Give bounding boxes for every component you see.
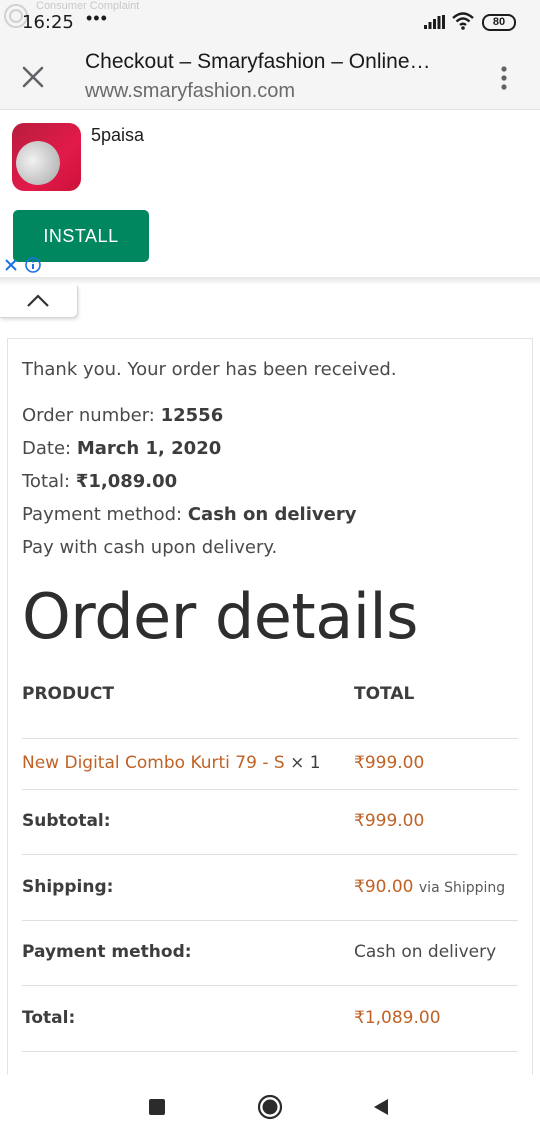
order-item-row: New Digital Combo Kurti 79 - S × 1: [22, 753, 321, 773]
row-divider: [22, 985, 518, 986]
order-total-value: ₹1,089.00: [75, 471, 178, 492]
row-divider: [22, 789, 518, 790]
home-button[interactable]: [257, 1094, 283, 1120]
recents-button[interactable]: [149, 1099, 165, 1115]
page-url[interactable]: www.smaryfashion.com: [85, 80, 295, 103]
more-notifications-icon: •••: [86, 8, 108, 28]
row-divider: [22, 854, 518, 855]
shipping-cell: ₹90.00 via Shipping: [354, 877, 505, 897]
product-quantity: × 1: [290, 753, 321, 773]
coin-graphic: [12, 134, 67, 191]
payment-method-line: Payment method: Cash on delivery: [22, 504, 356, 525]
product-column-header: PRODUCT: [22, 684, 114, 704]
payment-method-label: Payment method:: [22, 504, 183, 525]
custom-tab-toolbar: Checkout – Smaryfashion – Online… www.sm…: [0, 44, 540, 110]
back-button[interactable]: [372, 1098, 390, 1116]
signal-icon: [424, 15, 445, 29]
install-button[interactable]: INSTALL: [13, 210, 149, 262]
payment-method-row-value: Cash on delivery: [354, 942, 497, 962]
wifi-icon: [452, 12, 474, 30]
row-divider: [22, 738, 518, 739]
shipping-value: ₹90.00: [354, 877, 414, 897]
order-number-label: Order number:: [22, 405, 155, 426]
total-row-value: ₹1,089.00: [354, 1008, 441, 1028]
order-number-line: Order number: 12556: [22, 405, 223, 426]
total-column-header: TOTAL: [354, 684, 415, 704]
order-date-value: March 1, 2020: [76, 438, 222, 459]
more-options-icon[interactable]: [494, 64, 514, 92]
payment-method-row-label: Payment method:: [22, 942, 192, 962]
payment-note: Pay with cash upon delivery.: [22, 537, 278, 558]
status-bar: Consumer Complaint 16:25 ••• 80: [0, 0, 540, 44]
product-link[interactable]: New Digital Combo Kurti 79 - S: [22, 753, 285, 773]
order-date-label: Date:: [22, 438, 72, 459]
ad-banner[interactable]: 5paisa INSTALL: [0, 110, 540, 278]
ad-divider: [0, 277, 540, 285]
row-divider: [22, 1051, 518, 1052]
product-price: ₹999.00: [354, 753, 425, 773]
total-row-label: Total:: [22, 1008, 76, 1028]
collapse-ad-button[interactable]: [0, 286, 78, 318]
subtotal-label: Subtotal:: [22, 811, 111, 831]
order-number-value: 12556: [160, 405, 224, 426]
subtotal-value: ₹999.00: [354, 811, 425, 831]
shipping-method-note: via Shipping: [418, 880, 506, 896]
thank-you-message: Thank you. Your order has been received.: [22, 359, 397, 380]
chevron-up-icon: [27, 294, 49, 307]
order-date-line: Date: March 1, 2020: [22, 438, 221, 459]
status-time: 16:25: [22, 12, 74, 33]
payment-method-value: Cash on delivery: [187, 504, 357, 525]
shipping-label: Shipping:: [22, 877, 114, 897]
close-icon[interactable]: [18, 62, 48, 92]
page-title: Checkout – Smaryfashion – Online…: [85, 50, 431, 73]
ad-app-name[interactable]: 5paisa: [91, 125, 144, 146]
order-total-label: Total:: [22, 471, 71, 492]
ad-choices-icon[interactable]: [2, 256, 42, 276]
battery-indicator: 80: [482, 14, 516, 31]
order-details-heading: Order details: [22, 580, 418, 653]
app-logo[interactable]: [12, 123, 81, 191]
order-total-line: Total: ₹1,089.00: [22, 471, 177, 492]
row-divider: [22, 920, 518, 921]
system-navigation-bar: [0, 1075, 540, 1140]
